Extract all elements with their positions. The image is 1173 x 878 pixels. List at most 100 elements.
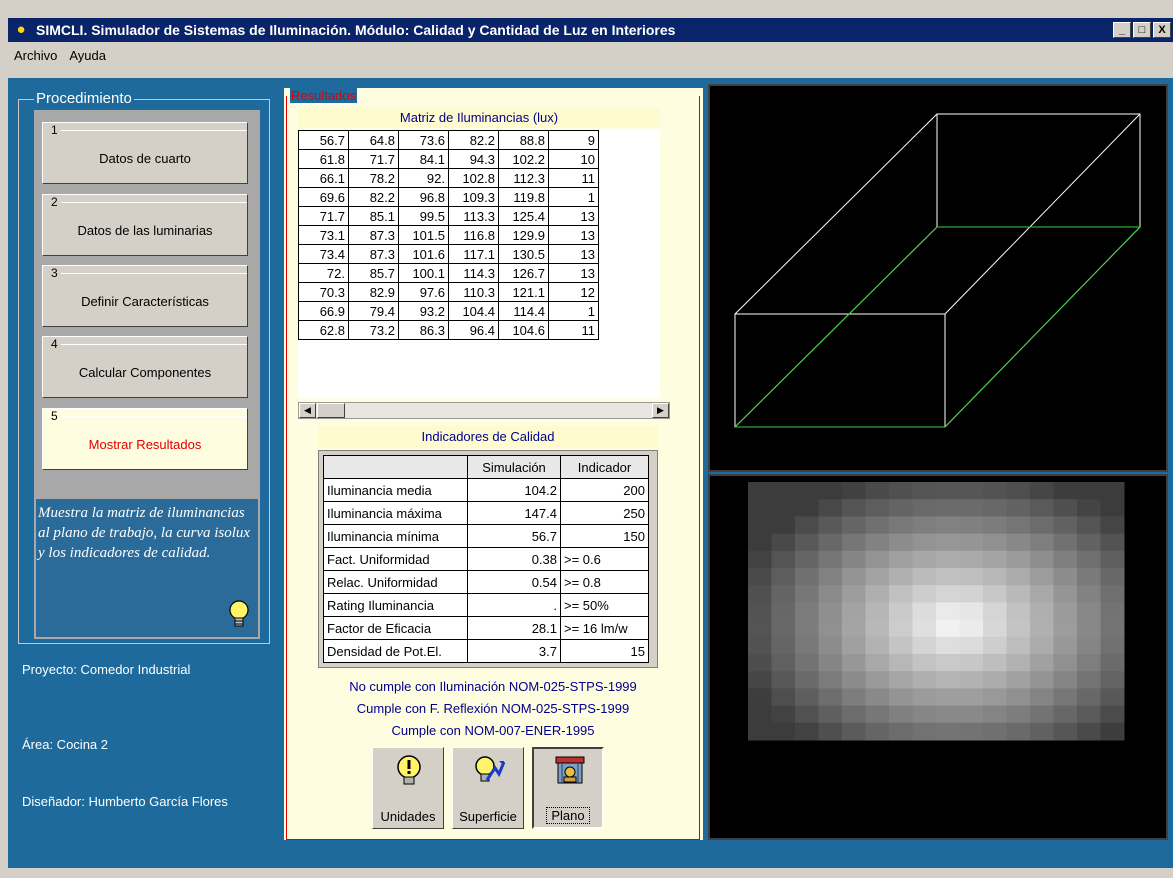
matrix-cell[interactable]: 96.8 — [398, 187, 449, 207]
matrix-cell[interactable]: 71.7 — [298, 206, 349, 226]
matrix-scrollbar[interactable]: ◀ ▶ — [298, 402, 670, 419]
matrix-cell[interactable]: 93.2 — [398, 301, 449, 321]
scroll-thumb[interactable] — [317, 403, 345, 418]
matrix-cell[interactable]: 62.8 — [298, 320, 349, 340]
matrix-cell[interactable]: 79.4 — [348, 301, 399, 321]
heatmap-cell — [771, 671, 796, 689]
matrix-cell[interactable]: 87.3 — [348, 244, 399, 264]
matrix-cell[interactable]: 1 — [548, 301, 599, 321]
matrix-cell[interactable]: 104.6 — [498, 320, 549, 340]
matrix-cell[interactable]: 116.8 — [448, 225, 499, 245]
matrix-cell[interactable]: 87.3 — [348, 225, 399, 245]
matrix-cell[interactable]: 64.8 — [348, 130, 399, 150]
matrix-cell[interactable]: 73.4 — [298, 244, 349, 264]
matrix-cell[interactable]: 13 — [548, 225, 599, 245]
matrix-cell[interactable]: 66.9 — [298, 301, 349, 321]
matrix-cell[interactable]: 101.5 — [398, 225, 449, 245]
step-mostrar-resultados[interactable]: 5 Mostrar Resultados — [42, 408, 248, 470]
matrix-cell[interactable]: 101.6 — [398, 244, 449, 264]
heatmap-cell — [959, 533, 984, 552]
matrix-cell[interactable]: 112.3 — [498, 168, 549, 188]
quality-indicator-value: 150 — [560, 524, 649, 548]
matrix-cell[interactable]: 88.8 — [498, 130, 549, 150]
matrix-cell[interactable]: 109.3 — [448, 187, 499, 207]
matrix-cell[interactable]: 82.9 — [348, 282, 399, 302]
heatmap-cell — [771, 636, 796, 655]
matrix-cell[interactable]: 73.6 — [398, 130, 449, 150]
matrix-cell[interactable]: 119.8 — [498, 187, 549, 207]
illuminance-grid[interactable]: 56.7 64.8 73.6 82.2 88.8 9 61.8 71.7 84.1 94.3 102… — [298, 130, 660, 398]
heatmap-cell — [1006, 568, 1031, 586]
matrix-cell[interactable]: 72. — [298, 263, 349, 283]
matrix-cell[interactable]: 125.4 — [498, 206, 549, 226]
heatmap-cell — [912, 688, 937, 707]
matrix-cell[interactable]: 86.3 — [398, 320, 449, 340]
matrix-cell[interactable]: 102.2 — [498, 149, 549, 169]
heatmap-cell — [1006, 602, 1031, 621]
matrix-cell[interactable]: 97.6 — [398, 282, 449, 302]
matrix-cell[interactable]: 10 — [548, 149, 599, 169]
matrix-cell[interactable]: 56.7 — [298, 130, 349, 150]
matrix-cell[interactable]: 104.4 — [448, 301, 499, 321]
matrix-cell[interactable]: 117.1 — [448, 244, 499, 264]
matrix-cell[interactable]: 129.9 — [498, 225, 549, 245]
matrix-cell[interactable]: 78.2 — [348, 168, 399, 188]
matrix-cell[interactable]: 69.6 — [298, 187, 349, 207]
step-datos-cuarto[interactable]: 1 Datos de cuarto — [42, 122, 248, 184]
matrix-cell[interactable]: 82.2 — [348, 187, 399, 207]
matrix-cell[interactable]: 114.4 — [498, 301, 549, 321]
matrix-cell[interactable]: 100.1 — [398, 263, 449, 283]
heatmap-cell — [818, 550, 843, 569]
matrix-cell[interactable]: 66.1 — [298, 168, 349, 188]
heatmap-cell — [1030, 619, 1054, 638]
matrix-cell[interactable]: 121.1 — [498, 282, 549, 302]
heatmap-cell — [936, 499, 960, 517]
matrix-cell[interactable]: 102.8 — [448, 168, 499, 188]
menu-archivo[interactable]: Archivo — [14, 48, 57, 63]
step-definir-caracteristicas[interactable]: 3 Definir Características — [42, 265, 248, 327]
matrix-cell[interactable]: 85.7 — [348, 263, 399, 283]
room-3d-view[interactable] — [708, 84, 1168, 472]
matrix-cell[interactable]: 70.3 — [298, 282, 349, 302]
superficie-button[interactable]: Superficie — [452, 747, 524, 829]
isolux-heatmap-view[interactable] — [708, 474, 1168, 840]
step-datos-luminarias[interactable]: 2 Datos de las luminarias — [42, 194, 248, 256]
matrix-cell[interactable]: 92. — [398, 168, 449, 188]
matrix-cell[interactable]: 113.3 — [448, 206, 499, 226]
scroll-right-arrow-icon[interactable]: ▶ — [652, 403, 669, 418]
matrix-cell[interactable]: 99.5 — [398, 206, 449, 226]
matrix-cell[interactable]: 96.4 — [448, 320, 499, 340]
matrix-cell[interactable]: 11 — [548, 320, 599, 340]
scroll-left-arrow-icon[interactable]: ◀ — [299, 403, 316, 418]
matrix-cell[interactable]: 114.3 — [448, 263, 499, 283]
matrix-cell[interactable]: 94.3 — [448, 149, 499, 169]
heatmap-cell — [1077, 499, 1101, 517]
heatmap-cell — [748, 516, 772, 535]
plano-button[interactable]: Plano — [532, 747, 604, 829]
matrix-cell[interactable]: 9 — [548, 130, 599, 150]
menu-ayuda[interactable]: Ayuda — [69, 48, 106, 63]
matrix-cell[interactable]: 71.7 — [348, 149, 399, 169]
matrix-cell[interactable]: 12 — [548, 282, 599, 302]
matrix-cell[interactable]: 13 — [548, 263, 599, 283]
heatmap-cell — [1100, 671, 1125, 689]
minimize-button[interactable]: _ — [1113, 22, 1131, 38]
matrix-cell[interactable]: 61.8 — [298, 149, 349, 169]
matrix-cell[interactable]: 126.7 — [498, 263, 549, 283]
heatmap-cell — [912, 705, 937, 724]
matrix-cell[interactable]: 73.1 — [298, 225, 349, 245]
unidades-button[interactable]: Unidades — [372, 747, 444, 829]
matrix-cell[interactable]: 11 — [548, 168, 599, 188]
matrix-cell[interactable]: 13 — [548, 206, 599, 226]
matrix-cell[interactable]: 85.1 — [348, 206, 399, 226]
matrix-cell[interactable]: 13 — [548, 244, 599, 264]
matrix-cell[interactable]: 84.1 — [398, 149, 449, 169]
matrix-cell[interactable]: 73.2 — [348, 320, 399, 340]
step-calcular-componentes[interactable]: 4 Calcular Componentes — [42, 336, 248, 398]
matrix-cell[interactable]: 1 — [548, 187, 599, 207]
matrix-cell[interactable]: 130.5 — [498, 244, 549, 264]
maximize-button[interactable]: □ — [1133, 22, 1151, 38]
matrix-cell[interactable]: 110.3 — [448, 282, 499, 302]
close-button[interactable]: X — [1153, 22, 1171, 38]
matrix-cell[interactable]: 82.2 — [448, 130, 499, 150]
